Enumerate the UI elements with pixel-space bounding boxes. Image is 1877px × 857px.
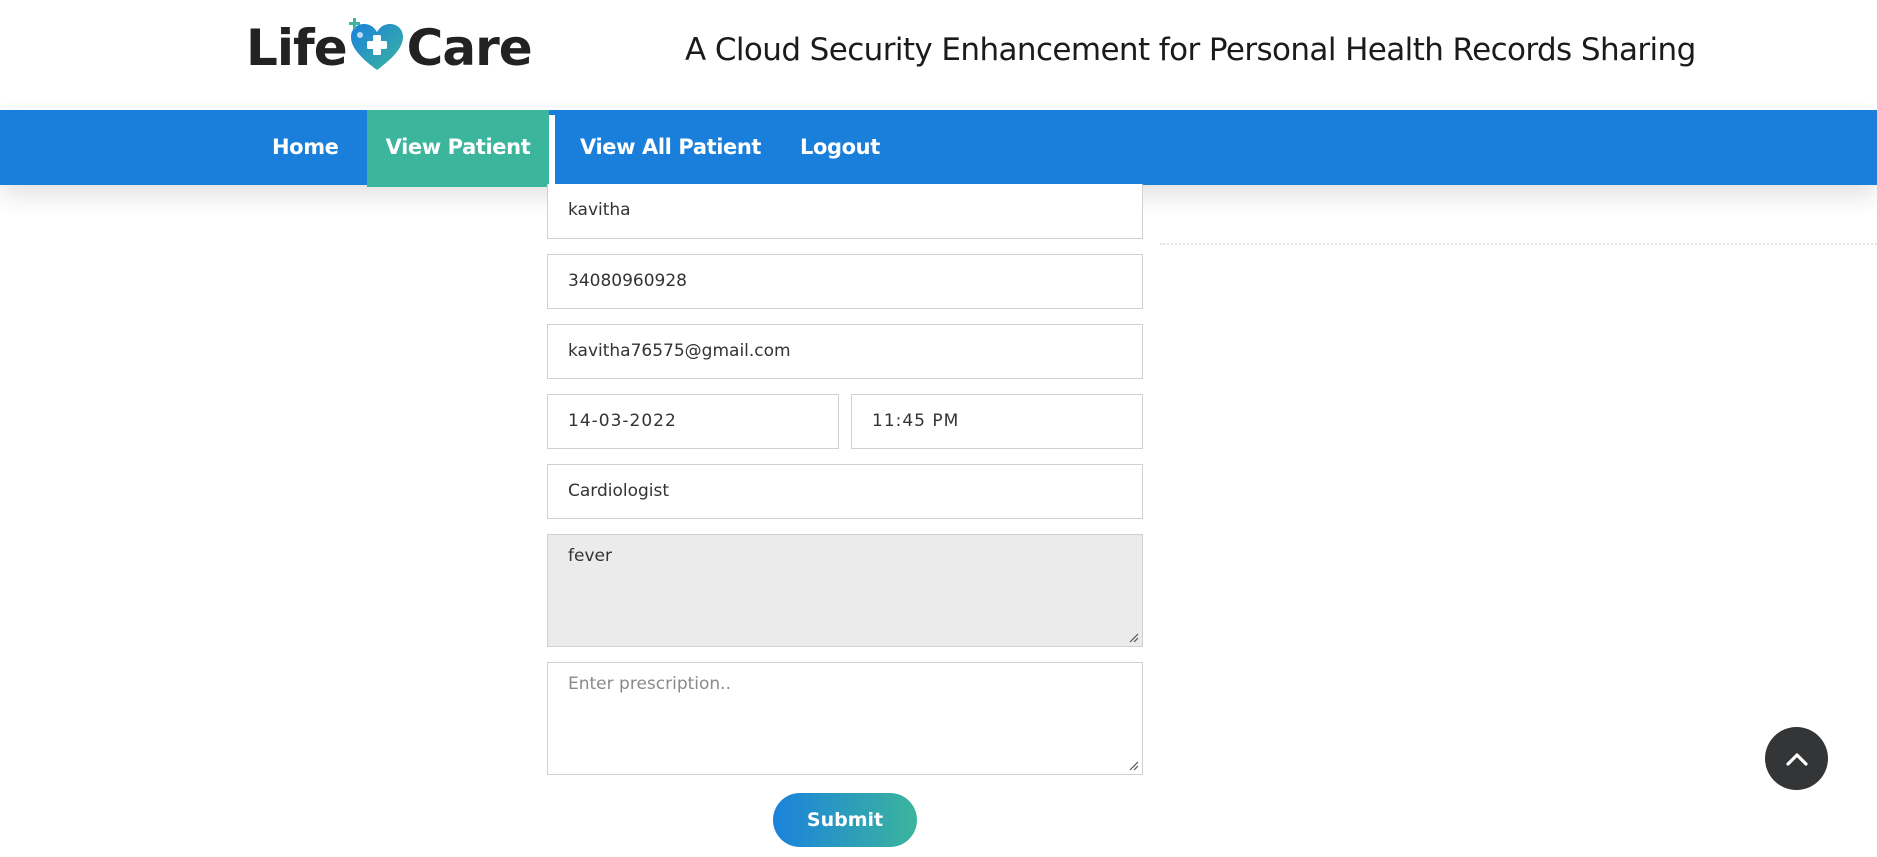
phone-field[interactable]: 34080960928: [547, 254, 1143, 309]
site-tagline: A Cloud Security Enhancement for Persona…: [685, 32, 1696, 68]
prescription-textarea[interactable]: Enter prescription..: [547, 662, 1143, 775]
date-field[interactable]: 14-03-2022: [547, 394, 839, 449]
nav-home[interactable]: Home: [272, 110, 339, 185]
nav-logout[interactable]: Logout: [800, 110, 880, 185]
scroll-to-top-button[interactable]: [1765, 727, 1828, 790]
heart-plus-icon: [348, 18, 403, 70]
logo-text-left: Life: [246, 19, 348, 77]
symptom-textarea[interactable]: fever: [547, 534, 1143, 647]
resize-grip-icon[interactable]: [1129, 761, 1139, 771]
patient-name-field[interactable]: kavitha: [547, 184, 1143, 239]
logo-text-right: Care: [406, 19, 533, 77]
dotted-divider: [1160, 243, 1877, 245]
prescription-placeholder: Enter prescription..: [568, 674, 731, 694]
resize-grip-icon[interactable]: [1129, 633, 1139, 643]
symptom-text: fever: [568, 546, 612, 566]
nav-view-all-patient[interactable]: View All Patient: [580, 110, 761, 185]
specialization-field[interactable]: Cardiologist: [547, 464, 1143, 519]
nav-view-patient[interactable]: View Patient: [367, 110, 549, 187]
site-logo[interactable]: Life Care: [246, 18, 533, 78]
email-field[interactable]: kavitha76575@gmail.com: [547, 324, 1143, 379]
main-navbar: Home View Patient View All Patient Logou…: [0, 110, 1877, 187]
chevron-up-icon: [1785, 752, 1808, 766]
nav-active-divider: [549, 115, 555, 190]
time-field[interactable]: 11:45 PM: [851, 394, 1143, 449]
site-header: Life Care A Cloud Security Enhancement f…: [0, 0, 1877, 110]
submit-button[interactable]: Submit: [773, 793, 917, 847]
